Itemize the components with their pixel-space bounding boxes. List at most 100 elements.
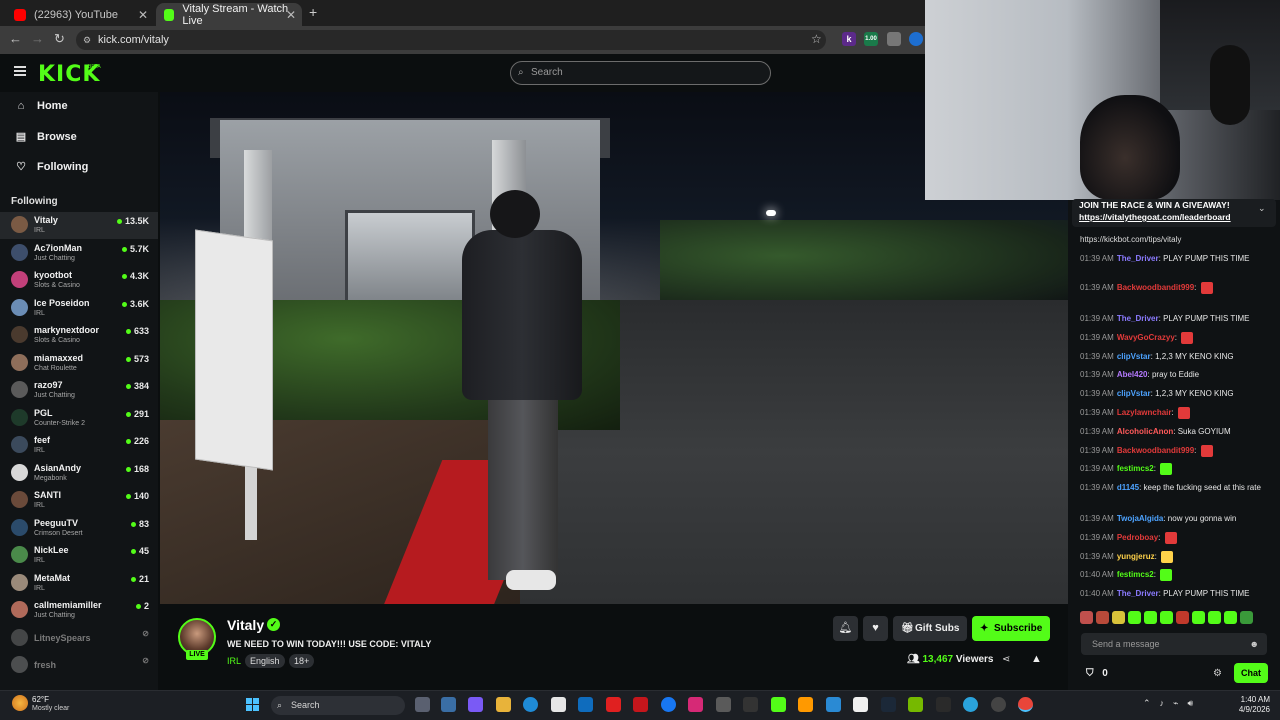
chat-username[interactable]: The_Driver (1117, 589, 1159, 598)
close-tab-icon[interactable]: ✕ (286, 8, 296, 22)
extension-k-icon[interactable]: k (842, 32, 856, 46)
chat-username[interactable]: The_Driver (1117, 254, 1159, 263)
new-tab-button[interactable]: + (309, 4, 317, 20)
chat-settings-gear-icon[interactable]: ⚙ (1213, 668, 1222, 679)
epic-games-icon[interactable] (936, 697, 951, 712)
chat-username[interactable]: Lazylawnchair (1117, 408, 1172, 417)
chat-username[interactable]: d1145 (1117, 483, 1139, 492)
weather-condition[interactable]: Mostly clear (32, 705, 69, 712)
bookmark-star-icon[interactable]: ☆ (811, 32, 822, 46)
sidebar-channel-asianandy[interactable]: AsianAndy Megabonk 168 (0, 460, 158, 487)
app-icon[interactable] (826, 697, 841, 712)
windows-start-icon[interactable] (246, 698, 260, 712)
sidebar-channel-ice-poseidon[interactable]: Ice Poseidon IRL 3.6K (0, 295, 158, 322)
weather-temperature[interactable]: 62°F (32, 695, 49, 704)
media-app-icon[interactable] (716, 697, 731, 712)
sidebar-channel-peeguutv[interactable]: PeeguuTV Crimson Desert 83 (0, 515, 158, 542)
tag-language[interactable]: English (245, 654, 285, 668)
chat-link-text[interactable]: https://kickbot.com/tips/vitaly (1080, 235, 1181, 244)
search-input[interactable]: ⌕ Search (510, 61, 771, 85)
emoji-picker-icon[interactable]: ☻ (1250, 633, 1259, 655)
sidebar-item-following[interactable]: ♡ Following (14, 160, 88, 174)
tab-youtube[interactable]: (22963) YouTube ✕ (6, 3, 154, 26)
notion-icon[interactable] (853, 697, 868, 712)
forward-icon[interactable]: → (31, 31, 44, 46)
netflix-icon[interactable] (633, 697, 648, 712)
emote-icon[interactable] (1096, 611, 1109, 624)
chat-send-button[interactable]: Chat (1234, 663, 1268, 683)
nvidia-icon[interactable] (908, 697, 923, 712)
chat-username[interactable]: festimcs2 (1117, 464, 1154, 473)
outlook-icon[interactable] (578, 697, 593, 712)
emote-icon[interactable] (1112, 611, 1125, 624)
sidebar-channel-litneyspears[interactable]: LitneySpears ⊘ (0, 625, 158, 652)
sidebar-item-browse[interactable]: ▤ Browse (14, 130, 77, 144)
chat-username[interactable]: clipVstar (1117, 389, 1151, 398)
back-icon[interactable]: ← (9, 31, 22, 46)
reload-icon[interactable]: ↻ (54, 31, 65, 47)
settings-icon[interactable] (441, 697, 456, 712)
taskbar-date[interactable]: 4/9/2026 (1228, 705, 1270, 714)
emote-icon[interactable] (1192, 611, 1205, 624)
amazon-icon[interactable] (798, 697, 813, 712)
site-info-icon[interactable]: ⚙ (83, 30, 91, 50)
sidebar-channel-kyootbot[interactable]: kyootbot Slots & Casino 4.3K (0, 267, 158, 294)
taskbar-search[interactable]: ⌕ Search (271, 696, 405, 715)
chat-username[interactable]: Abel420 (1117, 370, 1148, 379)
emote-icon[interactable] (1208, 611, 1221, 624)
sidebar-channel-metamat[interactable]: MetaMat IRL 21 (0, 570, 158, 597)
sidebar-channel-razo97[interactable]: razo97 Just Chatting 384 (0, 377, 158, 404)
report-warning-icon[interactable]: ▲ (1031, 653, 1042, 665)
menu-icon[interactable] (14, 66, 26, 76)
chat-message-input[interactable]: Send a message ☻ (1081, 633, 1267, 655)
capcut-icon[interactable] (743, 697, 758, 712)
sidebar-channel-vitaly[interactable]: Vitaly IRL 13.5K (0, 212, 158, 239)
streamer-name[interactable]: Vitaly (227, 617, 264, 633)
share-icon[interactable]: ⋖ (1002, 654, 1010, 665)
follow-heart-button[interactable]: ♥ (863, 616, 888, 641)
steam-icon[interactable] (881, 697, 896, 712)
store-icon[interactable] (551, 697, 566, 712)
chrome-icon[interactable] (1018, 697, 1033, 712)
tag-mature[interactable]: 18+ (289, 654, 315, 668)
pinned-message-link[interactable]: https://vitalythegoat.com/leaderboard (1079, 212, 1231, 222)
telegram-icon[interactable] (963, 697, 978, 712)
sidebar-channel-santi[interactable]: SANTI IRL 140 (0, 487, 158, 514)
chat-username[interactable]: Pedroboay (1117, 533, 1158, 542)
notification-bell-button[interactable]: 🔔︎ (833, 616, 858, 641)
chat-username[interactable]: AlcoholicAnon (1117, 427, 1173, 436)
chat-username[interactable]: WavyGoCrazyy (1117, 333, 1175, 342)
sidebar-channel-callmemiamiller[interactable]: callmemiamiller Just Chatting 2 (0, 597, 158, 624)
facebook-icon[interactable] (661, 697, 676, 712)
extension-price-icon[interactable]: 1.00 (864, 32, 878, 46)
instagram-icon[interactable] (688, 697, 703, 712)
emote-icon[interactable] (1144, 611, 1157, 624)
chat-username[interactable]: yungjeruz (1117, 552, 1155, 561)
youtube-icon[interactable] (606, 697, 621, 712)
edge-icon[interactable] (523, 697, 538, 712)
file-explorer-icon[interactable] (496, 697, 511, 712)
extension-puzzle-icon[interactable] (887, 32, 901, 46)
stream-category-link[interactable]: IRL (227, 656, 241, 666)
sidebar-item-home[interactable]: ⌂ Home (14, 100, 68, 112)
chat-username[interactable]: Backwoodbandit999 (1117, 446, 1194, 455)
taskbar-clock[interactable]: 1:40 AM (1240, 695, 1270, 704)
chat-username[interactable]: The_Driver (1117, 314, 1159, 323)
url-bar[interactable]: ⚙ kick.com/vitaly (76, 30, 826, 50)
chat-username[interactable]: TwojaAlgida (1117, 514, 1164, 523)
subscribe-button[interactable]: ✦ Subscribe (972, 616, 1050, 641)
sidebar-channel-miamaxxed[interactable]: miamaxxed Chat Roulette 573 (0, 350, 158, 377)
system-tray[interactable]: ⌃♪⌁🔊︎ (1143, 698, 1202, 709)
close-tab-icon[interactable]: ✕ (138, 8, 148, 22)
chevron-down-icon[interactable]: ⌄ (1258, 203, 1266, 214)
chat-username[interactable]: festimcs2 (1117, 570, 1154, 579)
emote-icon[interactable] (1240, 611, 1253, 624)
weather-icon[interactable] (12, 695, 28, 711)
gift-subs-button[interactable]: 🎁︎ Gift Subs (893, 616, 967, 641)
copilot-icon[interactable] (468, 697, 483, 712)
tab-kick[interactable]: Vitaly Stream - Watch Live ✕ (156, 3, 302, 27)
emote-icon[interactable] (1128, 611, 1141, 624)
sidebar-channel-feef[interactable]: feef IRL 226 (0, 432, 158, 459)
emote-icon[interactable] (1176, 611, 1189, 624)
sidebar-channel-markynextdoor[interactable]: markynextdoor Slots & Casino 633 (0, 322, 158, 349)
